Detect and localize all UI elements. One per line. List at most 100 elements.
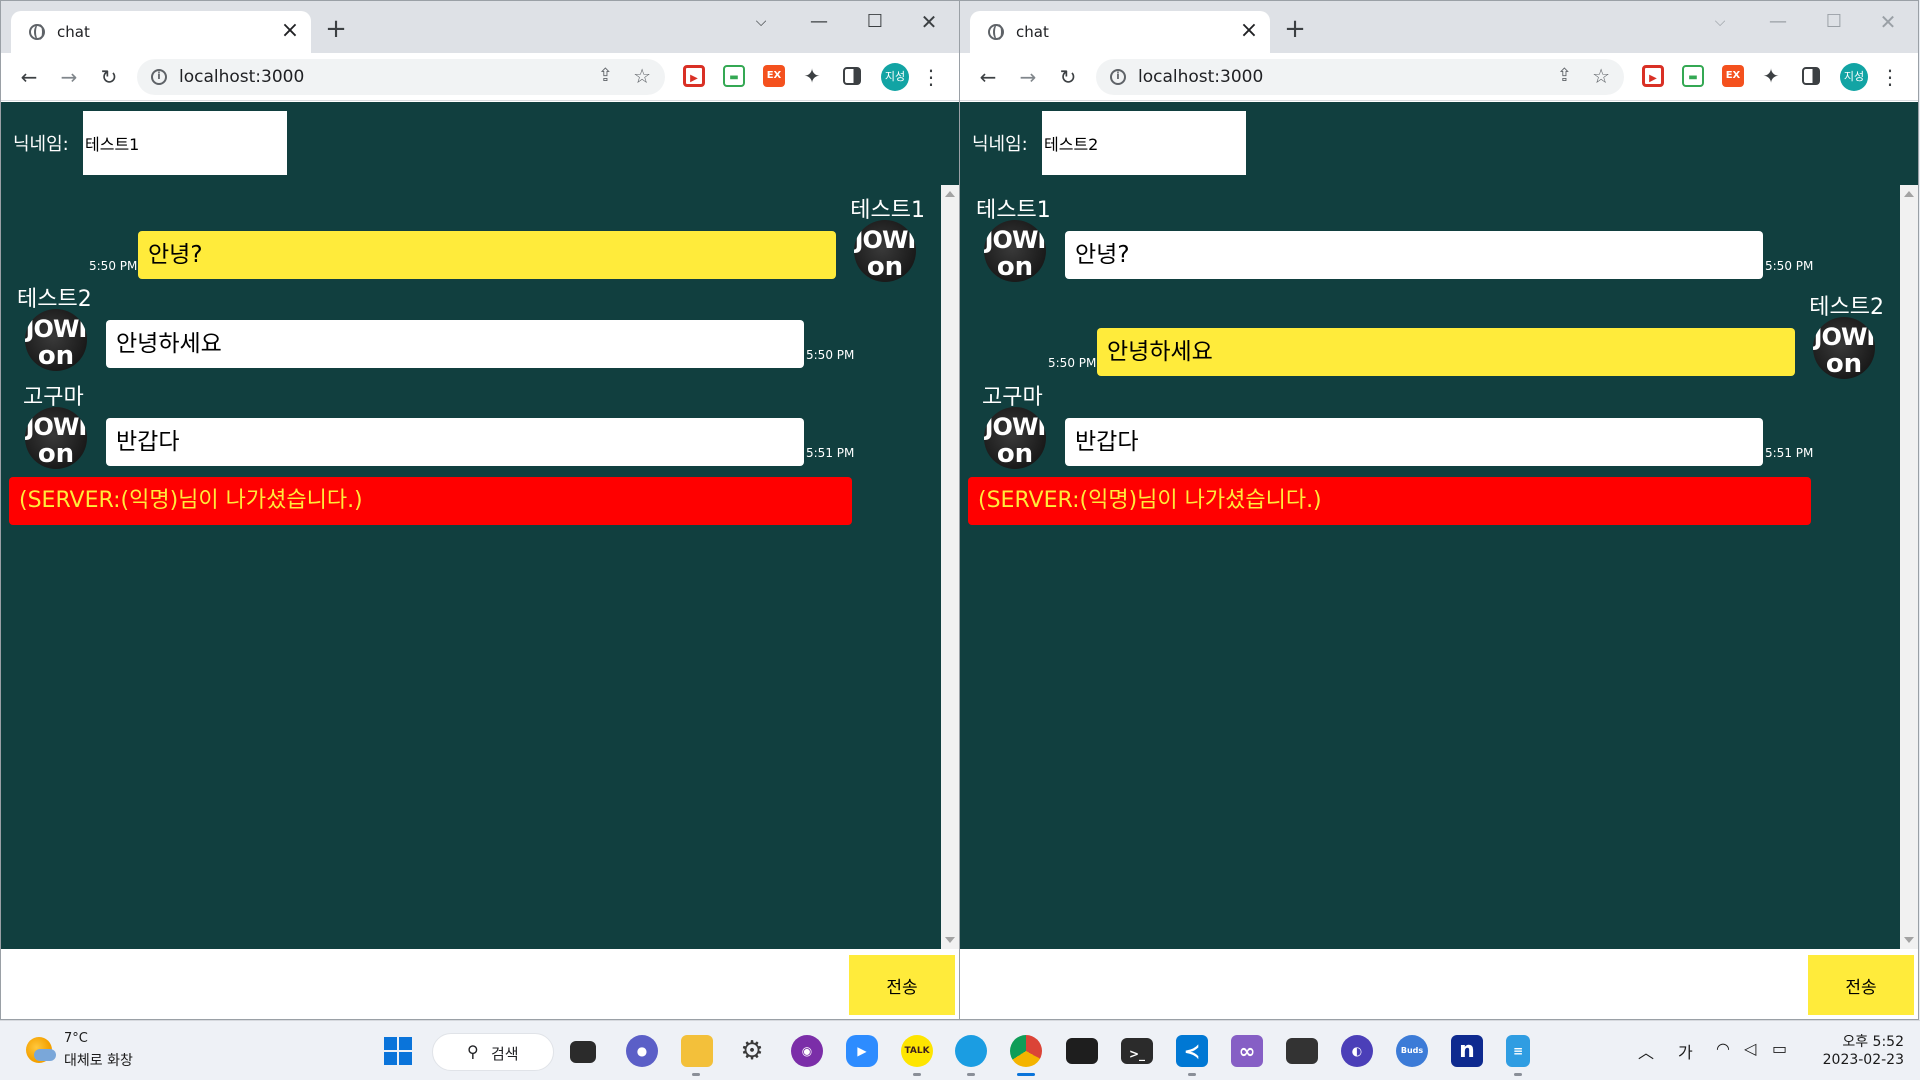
tab-search-icon[interactable]: ⌵ xyxy=(1698,7,1742,37)
bookmark-star-icon[interactable]: ☆ xyxy=(633,64,651,88)
meet-chat-icon[interactable]: ● xyxy=(626,1035,658,1067)
extension-green-icon[interactable]: ▬ xyxy=(723,65,745,87)
send-button[interactable]: 전송 xyxy=(1808,955,1914,1015)
mysql-icon[interactable] xyxy=(1286,1038,1318,1064)
extensions-puzzle-icon[interactable]: ✦ xyxy=(1760,65,1782,87)
browser-menu-icon[interactable]: ⋮ xyxy=(1880,63,1900,91)
reload-button[interactable]: ↻ xyxy=(1054,63,1082,91)
tab-search-icon[interactable]: ⌵ xyxy=(739,7,783,37)
share-icon[interactable]: ⇪ xyxy=(598,65,613,86)
back-button[interactable]: ← xyxy=(15,63,43,91)
close-tab-icon[interactable]: × xyxy=(1236,19,1262,45)
extension-ex-icon[interactable]: EX xyxy=(1722,65,1744,87)
github-desktop-icon[interactable]: ◉ xyxy=(791,1035,823,1067)
forward-button[interactable]: → xyxy=(1014,63,1042,91)
site-info-icon[interactable]: i xyxy=(1110,69,1126,85)
visual-studio-icon[interactable]: ∞ xyxy=(1231,1035,1263,1067)
minimize-button[interactable]: — xyxy=(1756,7,1800,37)
edge-icon[interactable] xyxy=(955,1035,987,1067)
address-bar[interactable]: i localhost:3000 ⇪ ☆ xyxy=(1096,59,1624,95)
notepad-icon[interactable]: ≡ xyxy=(1506,1035,1530,1067)
task-view-icon[interactable] xyxy=(570,1041,596,1063)
message-time: 5:50 PM xyxy=(1048,356,1097,370)
bookmark-star-icon[interactable]: ☆ xyxy=(1592,64,1610,88)
wifi-icon[interactable]: ◠ xyxy=(1716,1039,1730,1058)
url-text: localhost:3000 xyxy=(1138,67,1264,87)
chat-scrollbar[interactable] xyxy=(941,185,959,949)
zoom-icon[interactable]: ▶ xyxy=(846,1035,878,1067)
message-bubble: 반갑다 xyxy=(1065,418,1763,466)
close-window-button[interactable]: ✕ xyxy=(907,7,951,37)
profile-avatar[interactable]: 지성 xyxy=(881,63,909,91)
forward-button[interactable]: → xyxy=(55,63,83,91)
extension-red-icon[interactable]: ▶ xyxy=(1642,65,1664,87)
new-tab-button[interactable]: + xyxy=(1282,16,1308,43)
file-explorer-icon[interactable] xyxy=(681,1035,713,1067)
kakaotalk-icon[interactable]: TALK xyxy=(901,1035,933,1067)
composer: 전송 xyxy=(1,949,959,1019)
nickname-input[interactable] xyxy=(83,111,287,175)
scroll-up-arrow-icon[interactable] xyxy=(945,191,955,197)
vscode-icon[interactable]: ≺ xyxy=(1176,1035,1208,1067)
new-tab-button[interactable]: + xyxy=(323,16,349,43)
url-text: localhost:3000 xyxy=(179,67,305,87)
clock-date[interactable]: 2023-02-23 xyxy=(1818,1052,1904,1068)
send-button[interactable]: 전송 xyxy=(849,955,955,1015)
message-input[interactable] xyxy=(960,949,1806,1019)
weather-temperature: 7°C xyxy=(64,1031,88,1046)
settings-gear-icon[interactable]: ⚙ xyxy=(736,1035,768,1067)
chat-scrollbar[interactable] xyxy=(1900,185,1918,949)
avatar: JOWI on xyxy=(984,407,1046,469)
browser-window-right: chat × + ⌵ — ☐ ✕ ← → ↻ i localhost:3000 … xyxy=(959,0,1919,1020)
side-panel-icon[interactable] xyxy=(1802,67,1820,85)
message-time: 5:50 PM xyxy=(89,259,138,273)
message-input[interactable] xyxy=(1,949,847,1019)
scroll-up-arrow-icon[interactable] xyxy=(1904,191,1914,197)
back-button[interactable]: ← xyxy=(974,63,1002,91)
site-info-icon[interactable]: i xyxy=(151,69,167,85)
chat-page: 닉네임: 테스트1 JOWI on 5:50 PM 안녕? 테스트2 JOWI … xyxy=(1,102,959,949)
avatar: JOWI on xyxy=(984,220,1046,282)
tab-strip: chat × + ⌵ — ☐ ✕ xyxy=(1,1,959,53)
buds-icon[interactable]: Buds xyxy=(1396,1035,1428,1067)
browser-tab[interactable]: chat × xyxy=(11,11,311,53)
powershell-icon[interactable]: >_ xyxy=(1121,1038,1153,1064)
clock-time[interactable]: 오후 5:52 xyxy=(1834,1031,1904,1051)
weather-sun-cloud-icon xyxy=(26,1037,56,1063)
speaker-icon[interactable]: ◁ xyxy=(1744,1039,1756,1058)
maximize-button[interactable]: ☐ xyxy=(853,7,897,37)
minimize-button[interactable]: — xyxy=(797,7,841,37)
address-bar[interactable]: i localhost:3000 ⇪ ☆ xyxy=(137,59,665,95)
app-moon-icon[interactable]: ◐ xyxy=(1341,1035,1373,1067)
extension-red-icon[interactable]: ▶ xyxy=(683,65,705,87)
maximize-button[interactable]: ☐ xyxy=(1812,7,1856,37)
battery-icon[interactable]: ▭ xyxy=(1772,1039,1787,1058)
message-time: 5:50 PM xyxy=(806,348,855,362)
close-window-button[interactable]: ✕ xyxy=(1866,7,1910,37)
extension-green-icon[interactable]: ▬ xyxy=(1682,65,1704,87)
composer: 전송 xyxy=(960,949,1918,1019)
scroll-down-arrow-icon[interactable] xyxy=(945,937,955,943)
share-icon[interactable]: ⇪ xyxy=(1557,65,1572,86)
start-button[interactable] xyxy=(384,1037,412,1065)
browser-menu-icon[interactable]: ⋮ xyxy=(921,63,941,91)
profile-avatar[interactable]: 지성 xyxy=(1840,63,1868,91)
terminal-icon[interactable] xyxy=(1066,1038,1098,1064)
taskbar-search[interactable]: ⚲ 검색 xyxy=(432,1033,554,1071)
ime-indicator[interactable]: 가 xyxy=(1678,1039,1693,1063)
nickname-input[interactable] xyxy=(1042,111,1246,175)
side-panel-icon[interactable] xyxy=(843,67,861,85)
message-bubble: 안녕? xyxy=(1065,231,1763,279)
nickname-label: 닉네임: xyxy=(972,134,1028,155)
chrome-icon[interactable] xyxy=(1010,1035,1042,1067)
notion-icon[interactable]: n xyxy=(1451,1035,1483,1067)
extension-ex-icon[interactable]: EX xyxy=(763,65,785,87)
scroll-down-arrow-icon[interactable] xyxy=(1904,937,1914,943)
close-tab-icon[interactable]: × xyxy=(277,19,303,45)
reload-button[interactable]: ↻ xyxy=(95,63,123,91)
tray-chevron-up-icon[interactable]: ︿ xyxy=(1638,1039,1654,1063)
browser-tab[interactable]: chat × xyxy=(970,11,1270,53)
globe-icon xyxy=(988,24,1004,40)
message-bubble: 안녕하세요 xyxy=(1097,328,1795,376)
extensions-puzzle-icon[interactable]: ✦ xyxy=(801,65,823,87)
